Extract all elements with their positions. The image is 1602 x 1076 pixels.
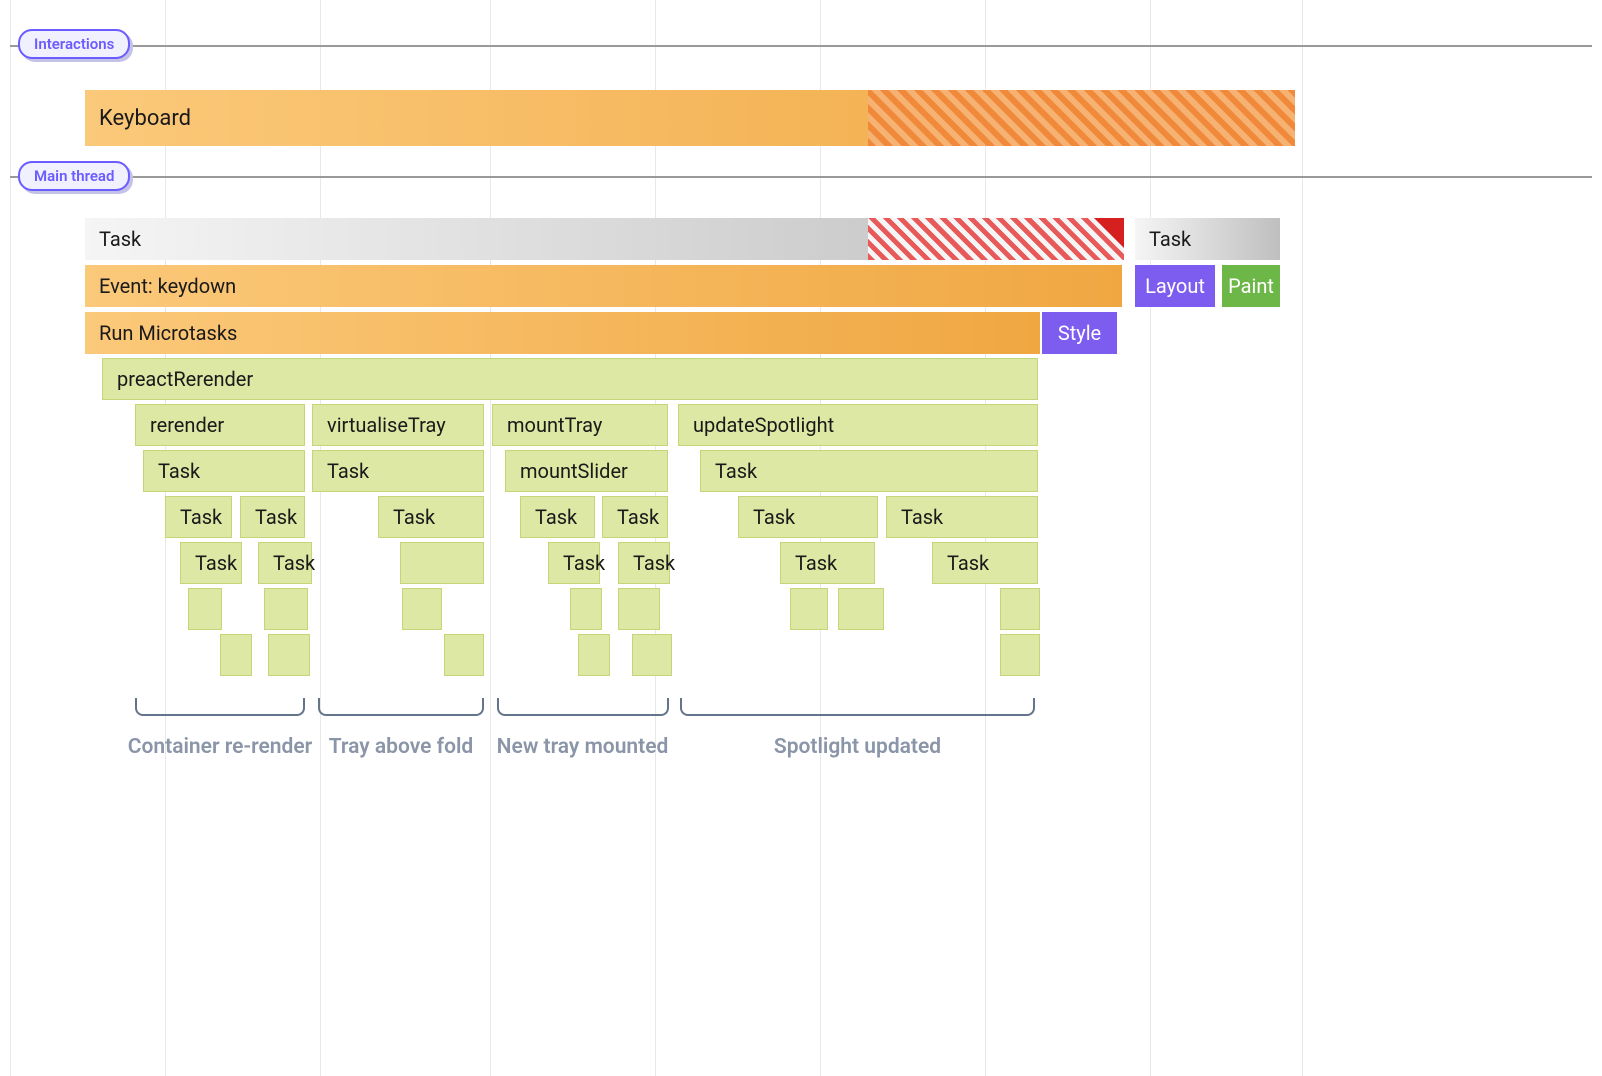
l6-task[interactable]: Task — [548, 542, 600, 584]
bracket-2 — [318, 698, 484, 716]
paint-bar[interactable]: Paint — [1222, 265, 1280, 307]
virtualise-tray-bar[interactable]: virtualiseTray — [312, 404, 484, 446]
style-bar[interactable]: Style — [1042, 312, 1117, 354]
l5-task[interactable]: Task — [738, 496, 878, 538]
task-bar-2[interactable]: Task — [1135, 218, 1280, 260]
l4-task[interactable]: Task — [143, 450, 305, 492]
l6-task[interactable]: Task — [932, 542, 1038, 584]
run-microtasks-bar[interactable]: Run Microtasks — [85, 312, 1040, 354]
l5-task[interactable]: Task — [602, 496, 668, 538]
l5-task[interactable]: Task — [165, 496, 232, 538]
interactions-label: Interactions — [18, 29, 130, 59]
l6-task[interactable]: Task — [258, 542, 312, 584]
l5-task[interactable]: Task — [378, 496, 484, 538]
l7-task[interactable] — [264, 588, 308, 630]
l4-task[interactable]: Task — [312, 450, 484, 492]
l7-task[interactable] — [1000, 588, 1040, 630]
bracket-1 — [135, 698, 305, 716]
l6-task[interactable]: Task — [780, 542, 875, 584]
l7-task[interactable] — [838, 588, 884, 630]
mount-tray-bar[interactable]: mountTray — [492, 404, 668, 446]
l8-task[interactable] — [578, 634, 610, 676]
l5-task[interactable]: Task — [886, 496, 1038, 538]
interactions-divider — [10, 45, 1592, 47]
l8-task[interactable] — [1000, 634, 1040, 676]
layout-bar[interactable]: Layout — [1135, 265, 1215, 307]
rerender-bar[interactable]: rerender — [135, 404, 305, 446]
l6-task[interactable] — [400, 542, 484, 584]
l7-task[interactable] — [570, 588, 602, 630]
main-thread-label: Main thread — [18, 161, 130, 191]
l5-task[interactable]: Task — [520, 496, 595, 538]
long-task-triangle — [1094, 218, 1124, 248]
l8-task[interactable] — [632, 634, 672, 676]
l7-task[interactable] — [402, 588, 442, 630]
l7-task[interactable] — [618, 588, 660, 630]
bracket-4 — [680, 698, 1035, 716]
bracket-3 — [497, 698, 669, 716]
long-task-stripe — [868, 218, 1124, 260]
l7-task[interactable] — [188, 588, 222, 630]
annotation-1: Container re-render — [90, 735, 350, 759]
preact-rerender-bar[interactable]: preactRerender — [102, 358, 1038, 400]
l8-task[interactable] — [220, 634, 252, 676]
l7-task[interactable] — [790, 588, 828, 630]
annotation-3: New tray mounted — [485, 735, 680, 759]
l4-task[interactable]: Task — [700, 450, 1038, 492]
l8-task[interactable] — [268, 634, 310, 676]
l6-task[interactable]: Task — [618, 542, 670, 584]
main-thread-divider — [10, 176, 1592, 178]
event-keydown-bar[interactable]: Event: keydown — [85, 265, 1122, 307]
l6-task[interactable]: Task — [180, 542, 242, 584]
flame-chart: Interactions Keyboard Main thread Task T… — [0, 0, 1602, 1076]
grid — [0, 0, 1602, 1076]
mount-slider-bar[interactable]: mountSlider — [505, 450, 668, 492]
l5-task[interactable]: Task — [240, 496, 305, 538]
update-spotlight-bar[interactable]: updateSpotlight — [678, 404, 1038, 446]
annotation-4: Spotlight updated — [680, 735, 1035, 759]
interaction-bar-hatch — [868, 90, 1295, 146]
l8-task[interactable] — [444, 634, 484, 676]
annotation-2: Tray above fold — [315, 735, 487, 759]
